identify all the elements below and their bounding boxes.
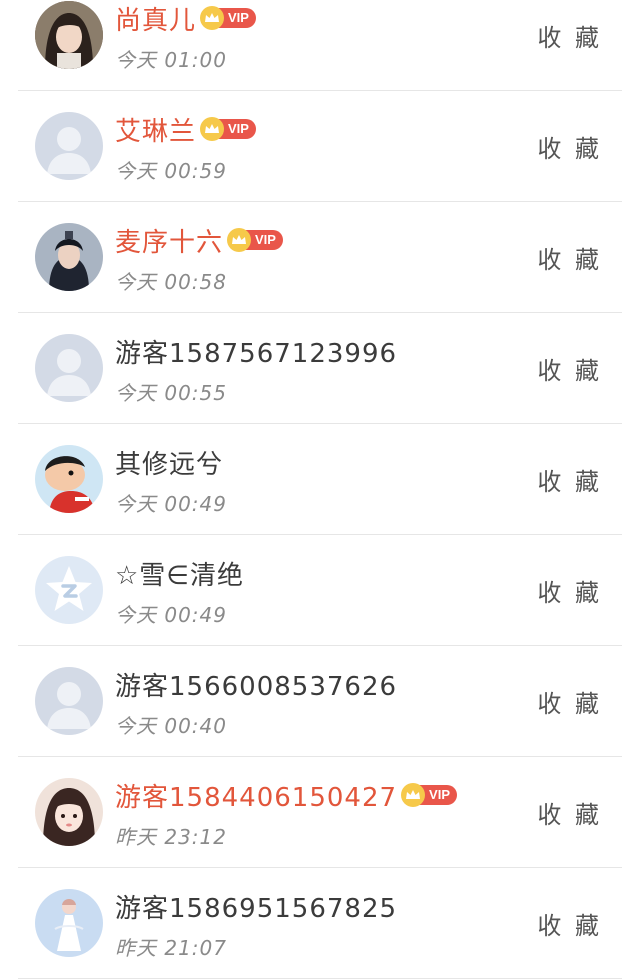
visit-time: 今天 00:59 — [115, 159, 227, 183]
collect-button[interactable]: 收 藏 — [537, 129, 602, 164]
item-info: 游客1584406150427 VIP 昨天 23:12 — [115, 777, 522, 850]
collect-button[interactable]: 收 藏 — [537, 462, 602, 497]
photo-girl-dark-hair-avatar[interactable] — [35, 1, 103, 69]
visit-time: 昨天 23:12 — [115, 825, 227, 849]
collect-button[interactable]: 收 藏 — [537, 351, 602, 386]
user-list: 尚真儿 VIP 今天 01:00 收 藏 艾琳兰 VIP 今天 00:59 收 … — [0, 0, 640, 979]
item-info: 麦序十六 VIP 今天 00:58 — [115, 222, 522, 295]
vip-badge: VIP — [401, 783, 458, 807]
user-name: ☆雪∈清绝 — [115, 560, 244, 591]
collect-button[interactable]: 收 藏 — [537, 18, 602, 53]
list-item[interactable]: 其修远兮 今天 00:49 收 藏 — [18, 424, 622, 535]
item-info: 艾琳兰 VIP 今天 00:59 — [115, 111, 522, 184]
visit-time: 昨天 21:07 — [115, 936, 227, 960]
collect-button[interactable]: 收 藏 — [537, 240, 602, 275]
user-name: 艾琳兰 — [115, 116, 197, 147]
default-user-avatar[interactable] — [35, 667, 103, 735]
item-info: 游客1586951567825 昨天 21:07 — [115, 888, 522, 961]
crown-icon — [200, 117, 225, 141]
crown-icon — [227, 228, 252, 252]
list-item[interactable]: 游客1584406150427 VIP 昨天 23:12 收 藏 — [18, 757, 622, 868]
crown-icon — [401, 783, 426, 807]
list-item[interactable]: 游客1587567123996 今天 00:55 收 藏 — [18, 313, 622, 424]
vip-badge: VIP — [200, 117, 256, 141]
user-name: 游客1584406150427 — [115, 782, 398, 813]
item-info: 尚真儿 VIP 今天 01:00 — [115, 0, 522, 73]
cartoon-boy-avatar[interactable] — [35, 445, 103, 513]
visit-time: 今天 00:40 — [115, 714, 227, 738]
item-info: 游客1587567123996 今天 00:55 — [115, 333, 522, 406]
item-info: ☆雪∈清绝 今天 00:49 — [115, 555, 522, 628]
visit-time: 今天 00:55 — [115, 381, 227, 405]
list-item[interactable]: 麦序十六 VIP 今天 00:58 收 藏 — [18, 202, 622, 313]
default-user-avatar[interactable] — [35, 112, 103, 180]
photo-girl-white-dress-avatar[interactable] — [35, 889, 103, 957]
list-item[interactable]: 艾琳兰 VIP 今天 00:59 收 藏 — [18, 91, 622, 202]
list-item[interactable]: 游客1566008537626 今天 00:40 收 藏 — [18, 646, 622, 757]
collect-button[interactable]: 收 藏 — [537, 906, 602, 941]
user-name: 游客1587567123996 — [115, 338, 398, 369]
user-name: 尚真儿 — [115, 5, 197, 36]
photo-girl-illustration-avatar[interactable] — [35, 778, 103, 846]
visit-time: 今天 00:49 — [115, 603, 227, 627]
collect-button[interactable]: 收 藏 — [537, 684, 602, 719]
collect-button[interactable]: 收 藏 — [537, 795, 602, 830]
vip-badge: VIP — [227, 228, 283, 252]
collect-button[interactable]: 收 藏 — [537, 573, 602, 608]
list-item[interactable]: 尚真儿 VIP 今天 01:00 收 藏 — [18, 0, 622, 91]
user-name: 其修远兮 — [115, 449, 224, 480]
visit-time: 今天 00:58 — [115, 270, 227, 294]
crown-icon — [200, 6, 225, 30]
default-user-avatar[interactable] — [35, 334, 103, 402]
photo-man-costume-avatar[interactable] — [35, 223, 103, 291]
item-info: 其修远兮 今天 00:49 — [115, 444, 522, 517]
qq-star-avatar[interactable] — [35, 556, 103, 624]
item-info: 游客1566008537626 今天 00:40 — [115, 666, 522, 739]
visit-time: 今天 00:49 — [115, 492, 227, 516]
list-item[interactable]: ☆雪∈清绝 今天 00:49 收 藏 — [18, 535, 622, 646]
visit-time: 今天 01:00 — [115, 48, 227, 72]
user-name: 麦序十六 — [115, 227, 224, 258]
vip-badge: VIP — [200, 6, 256, 30]
user-name: 游客1586951567825 — [115, 893, 398, 924]
list-item[interactable]: 游客1586951567825 昨天 21:07 收 藏 — [18, 868, 622, 979]
user-name: 游客1566008537626 — [115, 671, 398, 702]
